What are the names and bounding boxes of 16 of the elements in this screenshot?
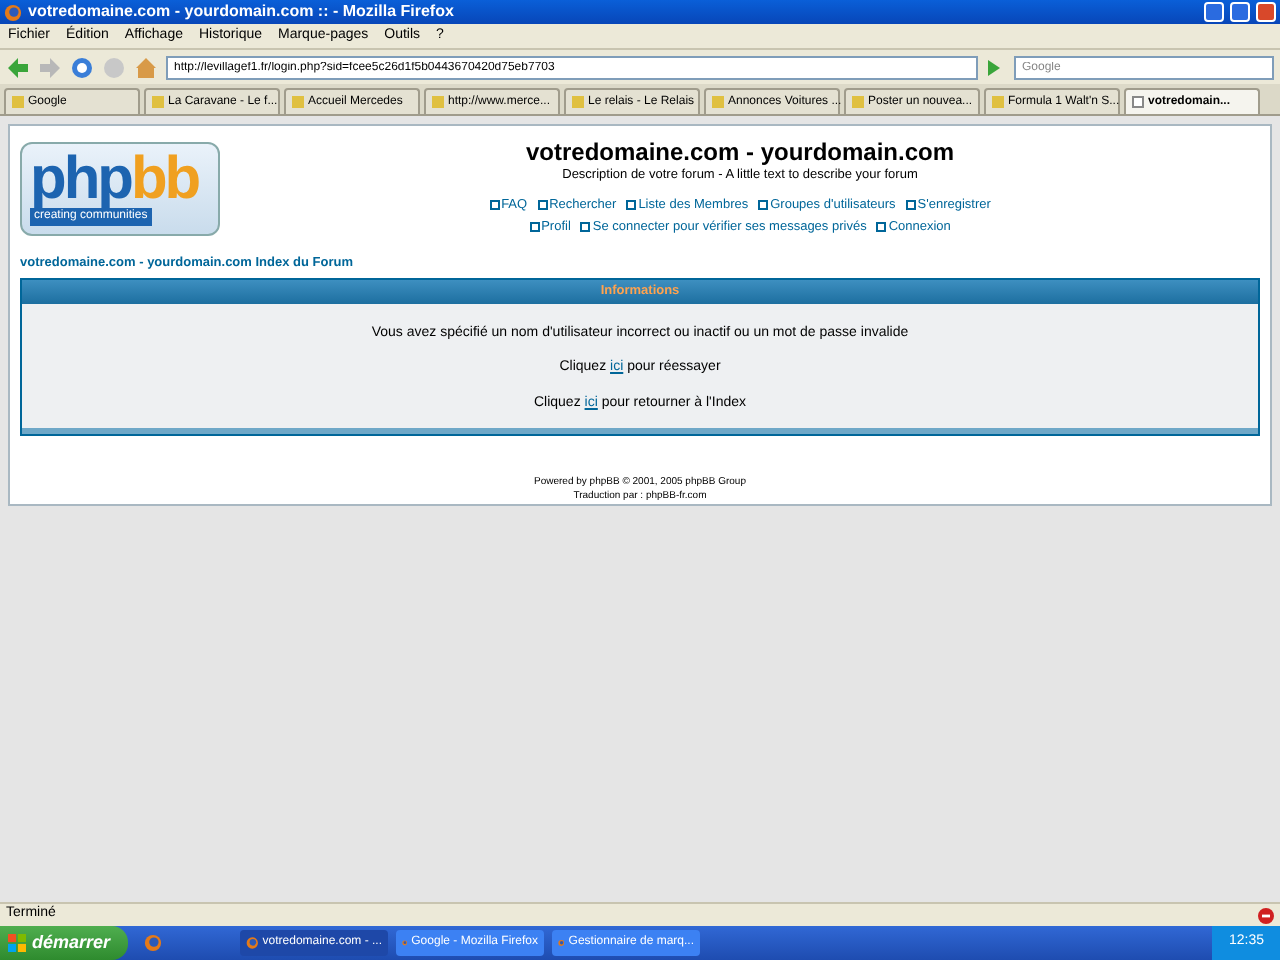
- home-icon[interactable]: [134, 55, 158, 79]
- reload-icon[interactable]: [70, 55, 94, 79]
- logo-wordmark: php: [30, 152, 131, 208]
- close-button[interactable]: [1256, 2, 1276, 22]
- site-title: votredomaine.com - yourdomain.com: [525, 138, 955, 166]
- globe-icon: [4, 3, 22, 21]
- window-title: votredomaine.com - yourdomain.com :: - Mozilla Firefox: [28, 0, 456, 24]
- back-icon[interactable]: [6, 55, 30, 79]
- logo-wordmark: bb: [130, 152, 199, 208]
- forward-icon[interactable]: [38, 55, 62, 79]
- globe-icon: [144, 934, 162, 952]
- maximize-button[interactable]: [1230, 2, 1250, 22]
- windows-flag-icon: [8, 934, 26, 952]
- globe-icon: [246, 934, 259, 952]
- minimize-button[interactable]: [1204, 2, 1224, 22]
- block-icon: [1258, 907, 1274, 923]
